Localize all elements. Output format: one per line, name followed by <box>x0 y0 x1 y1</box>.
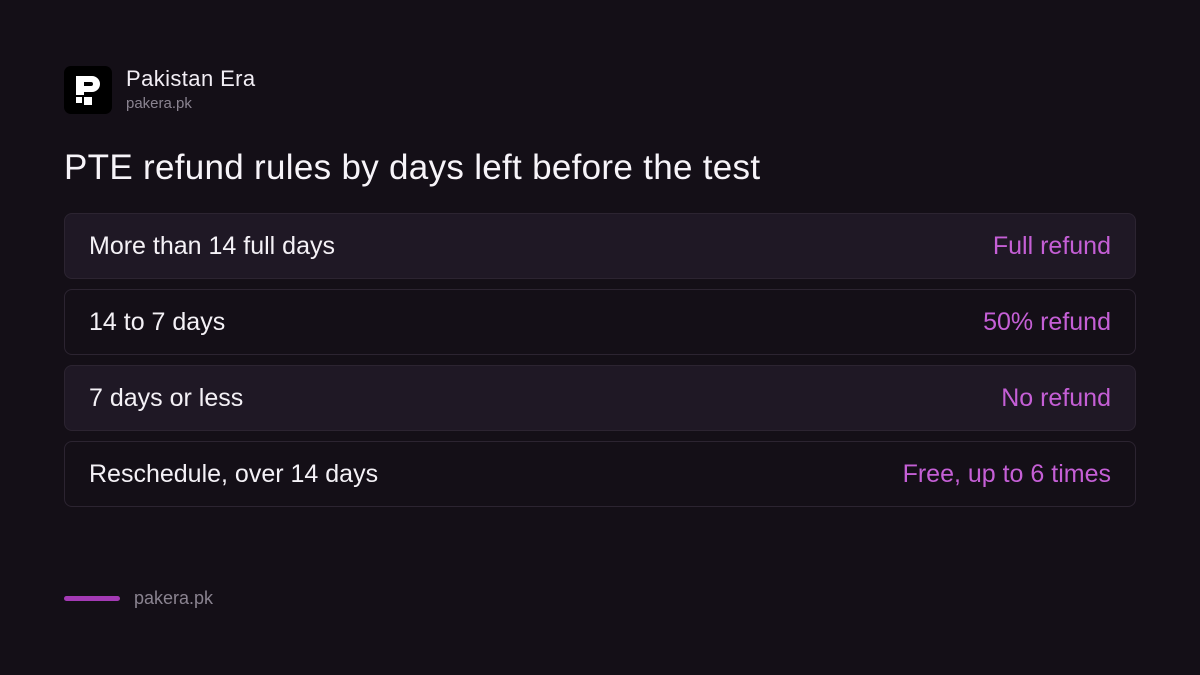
rule-label: 14 to 7 days <box>89 307 226 336</box>
page-title: PTE refund rules by days left before the… <box>64 148 761 187</box>
rule-value: Full refund <box>992 231 1111 260</box>
footer-accent-bar <box>64 595 120 601</box>
rule-value: No refund <box>1001 383 1111 412</box>
footer-url: pakera.pk <box>134 588 214 608</box>
rule-label: More than 14 full days <box>89 231 335 260</box>
brand-name: Pakistan Era <box>126 66 256 91</box>
refund-rules-list: More than 14 full days Full refund 14 to… <box>64 213 1136 517</box>
rule-row: 14 to 7 days 50% refund <box>64 289 1136 355</box>
brand-url: pakera.pk <box>126 95 192 112</box>
rule-row: More than 14 full days Full refund <box>64 213 1136 279</box>
rule-value: Free, up to 6 times <box>902 459 1111 488</box>
rule-row: Reschedule, over 14 days Free, up to 6 t… <box>64 441 1136 507</box>
footer: pakera.pk <box>64 586 213 610</box>
rule-label: Reschedule, over 14 days <box>89 459 379 488</box>
rule-value: 50% refund <box>983 307 1111 336</box>
brand-header: Pakistan Era pakera.pk <box>64 66 256 114</box>
rule-label: 7 days or less <box>89 383 244 412</box>
brand-logo-p-icon <box>64 66 112 114</box>
rule-row: 7 days or less No refund <box>64 365 1136 431</box>
